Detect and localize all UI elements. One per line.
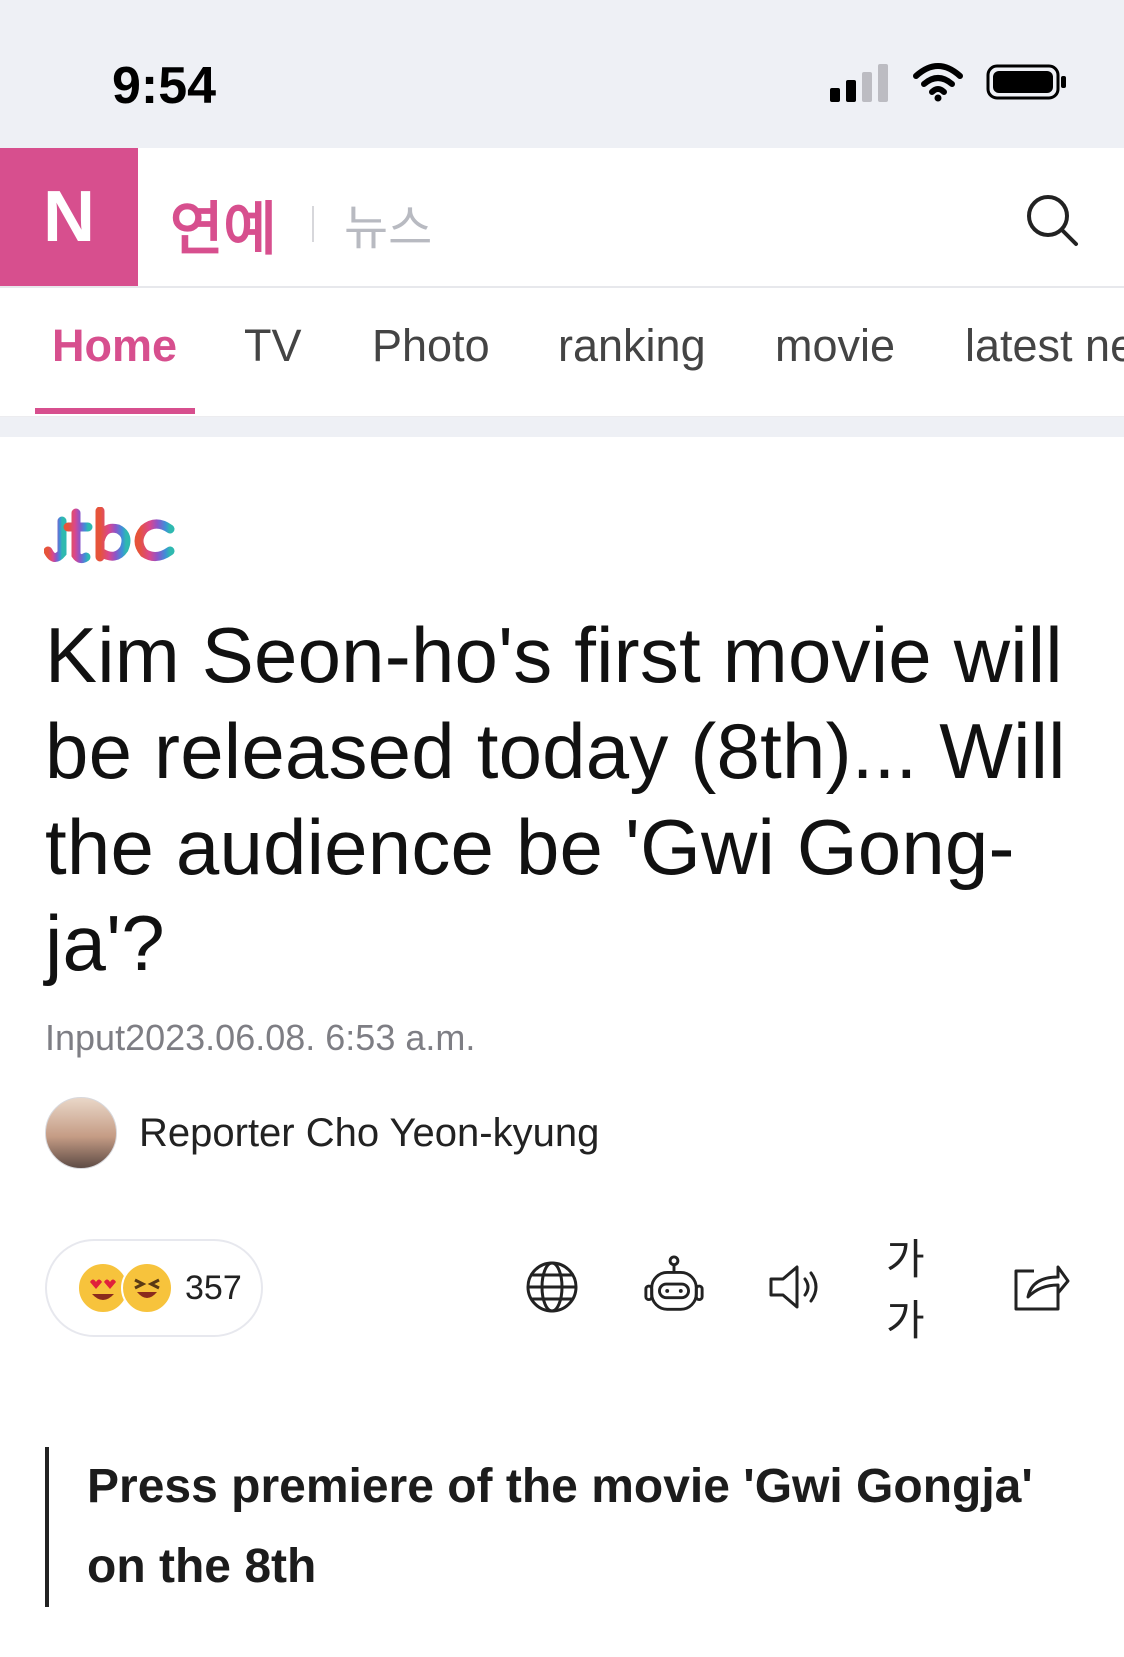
reporter-byline[interactable]: Reporter Cho Yeon-kyung [45,1097,599,1169]
source-logo[interactable] [43,506,176,572]
status-icons [830,62,1068,102]
tab-tv[interactable]: TV [244,320,302,372]
brand-logo[interactable]: N [0,148,138,286]
summary-bot-button[interactable] [642,1255,706,1319]
status-time: 9:54 [112,57,217,115]
globe-icon [526,1261,578,1313]
search-button[interactable] [1024,192,1080,248]
reporter-name[interactable]: Reporter Cho Yeon-kyung [139,1111,599,1156]
tab-movie[interactable]: movie [775,320,895,372]
active-tab-indicator [35,408,195,414]
robot-icon [644,1255,704,1311]
brand-divider [312,206,314,242]
laughing-emoji-icon [121,1262,173,1314]
font-size-button[interactable]: 가가 [886,1235,950,1345]
cellular-signal-icon [830,64,888,102]
reporter-avatar[interactable] [45,1097,117,1169]
text-to-speech-button[interactable] [764,1255,828,1319]
tab-ranking[interactable]: ranking [558,320,706,372]
site-header: N 연예 뉴스 [0,148,1124,288]
jtbc-logo-icon [43,506,175,564]
tab-home[interactable]: Home [52,320,177,372]
article-toolbar: 가가 [520,1235,1072,1345]
tab-latest-news[interactable]: latest ne [965,320,1124,372]
article-input-time: Input2023.06.08. 6:53 a.m. [45,1017,475,1059]
brand-subtitle[interactable]: 뉴스 [344,188,432,258]
battery-icon [986,64,1066,100]
font-size-icon: 가가 [886,1235,925,1345]
share-icon [1014,1265,1070,1311]
category-tabs: Home TV Photo ranking movie latest ne [0,288,1124,417]
article-subheading: Press premiere of the movie 'Gwi Gongja'… [45,1447,1047,1607]
tab-photo[interactable]: Photo [372,320,490,372]
speaker-icon [769,1265,818,1309]
reaction-button[interactable]: 357 [45,1239,263,1337]
status-bar: 9:54 [0,0,1124,148]
input-date: 2023.06.08 [125,1017,306,1058]
article-headline: Kim Seon-ho's first movie will be releas… [45,611,1066,987]
search-icon [1027,195,1078,246]
subheading-text: Press premiere of the movie 'Gwi Gongja'… [87,1460,1033,1593]
input-label: Input [45,1017,126,1058]
translate-button[interactable] [520,1255,584,1319]
share-button[interactable] [1008,1255,1072,1319]
brand-section-title[interactable]: 연예 [170,182,277,266]
wifi-icon [913,63,963,102]
section-divider [0,417,1124,437]
reaction-count: 357 [185,1268,242,1307]
input-time: . 6:53 a.m. [305,1017,476,1058]
